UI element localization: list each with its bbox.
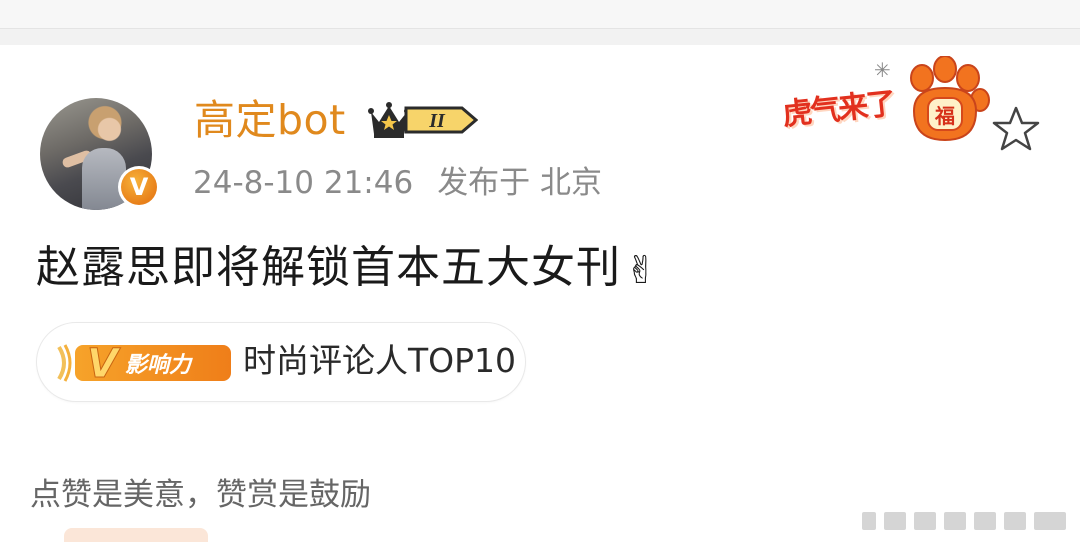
location: 发布于 北京	[437, 165, 603, 201]
watermark	[862, 512, 1066, 530]
paw-label: 福	[934, 104, 955, 128]
top-band	[0, 0, 1080, 28]
verified-icon: V	[118, 166, 160, 208]
rank-badge: II	[404, 106, 478, 134]
gap-band	[0, 29, 1080, 45]
timestamp: 24-8-10 21:46	[193, 165, 414, 201]
post-meta: 24-8-10 21:46 发布于 北京	[193, 162, 602, 204]
influence-tag[interactable]: V 影响力 时尚评论人TOP10	[36, 322, 526, 402]
star-icon[interactable]	[990, 104, 1042, 154]
username[interactable]: 高定bot	[194, 92, 346, 148]
victory-hand-emoji: ✌	[625, 248, 658, 292]
rank-badge-label: II	[428, 110, 446, 132]
influence-label: 时尚评论人TOP10	[243, 341, 517, 380]
verified-mark: V	[121, 169, 157, 205]
influence-badge-v: V	[87, 341, 121, 387]
influence-badge: V 影响力	[57, 341, 231, 387]
post-text: 赵露思即将解锁首本五大女刊	[36, 242, 621, 293]
influence-badge-text: 影响力	[125, 353, 193, 378]
paw-icon: 福	[910, 56, 990, 142]
post-content: 赵露思即将解锁首本五大女刊 ✌	[36, 240, 658, 298]
reward-prompt: 点赞是美意，赞赏是鼓励	[30, 477, 371, 513]
reward-button[interactable]	[64, 528, 208, 542]
